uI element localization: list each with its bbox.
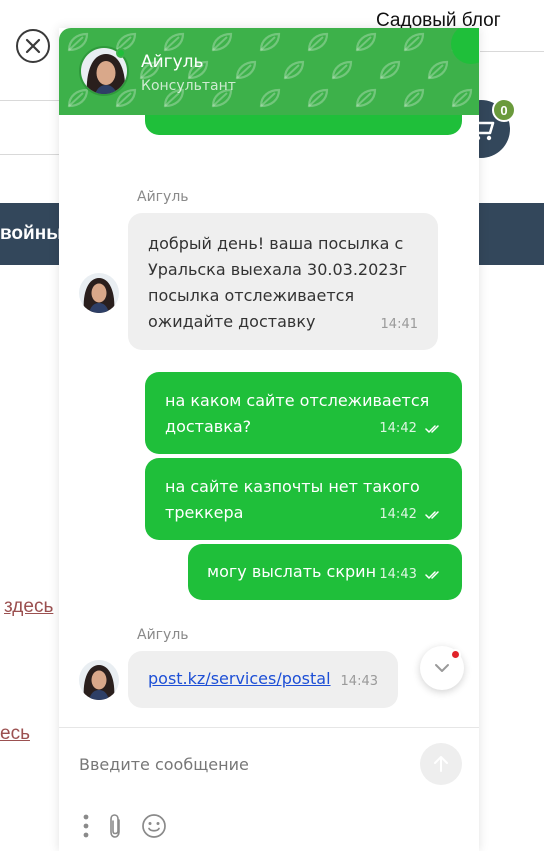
- message-time-value: 14:43: [379, 567, 417, 582]
- emoji-button[interactable]: [140, 812, 168, 840]
- avatar: [79, 273, 119, 313]
- double-check-icon: [425, 510, 439, 519]
- cart-count-badge: 0: [492, 98, 516, 122]
- divider: [0, 100, 60, 101]
- message-time: 14:43: [340, 674, 378, 689]
- message-text: добрый день! ваша посылка с Уральска вые…: [148, 234, 408, 331]
- page-link[interactable]: здесь: [4, 596, 53, 618]
- message-bubble-outgoing: на сайте казпочты нет такого треккера 14…: [145, 458, 462, 540]
- page-link[interactable]: есь: [0, 723, 30, 745]
- chat-widget: Айгуль Консультант Айгуль добрый день! в…: [59, 28, 479, 851]
- message-time: 14:43: [379, 562, 442, 588]
- message-link[interactable]: post.kz/services/postal: [148, 669, 331, 688]
- message-bubble-incoming: post.kz/services/postal 14:43: [128, 651, 398, 708]
- avatar: [79, 660, 119, 700]
- sender-name: Айгуль: [137, 189, 189, 205]
- double-check-icon: [425, 424, 439, 433]
- send-button[interactable]: [420, 743, 462, 785]
- message-bubble-incoming: добрый день! ваша посылка с Уральска вые…: [128, 213, 438, 350]
- paperclip-icon: [110, 814, 120, 838]
- message-time-value: 14:42: [379, 421, 417, 436]
- attach-file-button[interactable]: [105, 812, 127, 840]
- close-icon: [25, 38, 41, 54]
- message-time: 14:42: [379, 416, 442, 442]
- chat-header: Айгуль Консультант: [59, 28, 479, 115]
- message-list[interactable]: Айгуль добрый день! ваша посылка с Ураль…: [59, 115, 479, 727]
- online-status-indicator: [116, 48, 126, 58]
- more-vertical-icon: [83, 814, 89, 838]
- close-chat-button[interactable]: [16, 29, 50, 63]
- divider: [0, 154, 60, 155]
- nav-item-text[interactable]: войны: [0, 223, 62, 245]
- message-composer: [59, 727, 479, 851]
- more-options-button[interactable]: [79, 812, 93, 840]
- message-input[interactable]: [79, 750, 379, 778]
- agent-name: Айгуль: [141, 52, 204, 72]
- sender-name: Айгуль: [137, 627, 189, 643]
- message-time: 14:41: [380, 317, 418, 332]
- smiley-icon: [142, 814, 166, 838]
- double-check-icon: [425, 570, 439, 579]
- chevron-down-icon: [435, 664, 449, 672]
- new-message-indicator: [450, 649, 461, 660]
- message-bubble-outgoing: на каком сайте отслеживается доставка? 1…: [145, 372, 462, 454]
- divider: [480, 51, 544, 52]
- message-time-value: 14:42: [379, 507, 417, 522]
- message-bubble-outgoing: могу выслать скрин 14:43: [188, 544, 462, 600]
- message-time: 14:42: [379, 502, 442, 528]
- agent-role: Консультант: [141, 78, 236, 94]
- message-bubble-outgoing: [145, 115, 462, 135]
- send-arrow-icon: [434, 756, 448, 772]
